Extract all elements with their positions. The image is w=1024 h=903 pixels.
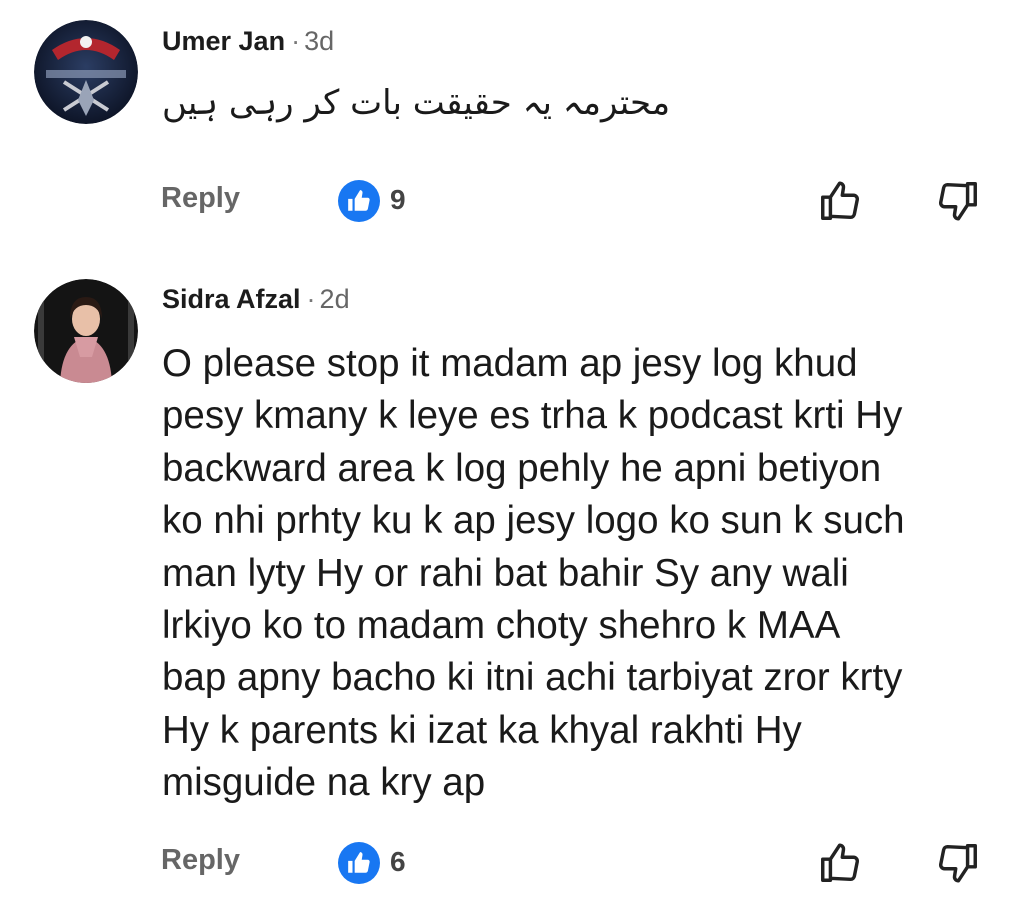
meta-separator: · <box>306 283 316 314</box>
thumbs-down-outline-icon[interactable] <box>935 178 981 224</box>
comment-text-line: man lyty Hy or rahi bat bahir Sy any wal… <box>162 551 849 595</box>
comment-text: محترمہ یہ حقیقت بات کر رہی ہیں <box>162 83 671 123</box>
comment-text-line: ko nhi prhty ku k ap jesy logo ko sun k … <box>162 499 905 543</box>
reply-button[interactable]: Reply <box>161 182 240 215</box>
author-name[interactable]: Sidra Afzal <box>162 284 301 315</box>
avatar[interactable] <box>34 20 138 124</box>
comment-text-line: backward area k log pehly he apni betiyo… <box>162 446 882 490</box>
comment-text-line: misguide na kry ap <box>162 761 486 805</box>
thumbs-up-outline-icon[interactable] <box>817 840 863 886</box>
thumbs-up-outline-icon[interactable] <box>817 178 863 224</box>
avatar[interactable] <box>34 279 138 383</box>
woman-photo-avatar-image <box>34 279 138 383</box>
comment-time: 3d <box>304 25 335 56</box>
comment-actions: Reply 9 <box>0 170 1024 230</box>
comment-meta: Sidra Afzal · 2d <box>162 282 350 316</box>
thumbs-down-outline-icon[interactable] <box>935 840 981 886</box>
meta-separator: · <box>291 25 301 56</box>
reply-button[interactable]: Reply <box>161 844 240 877</box>
comment-text-line: bap apny bacho ki itni achi tarbiyat zro… <box>162 656 903 700</box>
author-name[interactable]: Umer Jan <box>162 26 285 57</box>
comment: Sidra Afzal · 2d O please stop it madam … <box>0 262 1024 903</box>
comment-text-line: lrkiyo ko to madam choty shehro k MAA <box>162 604 841 648</box>
comment-text-line: Hy k parents ki izat ka khyal rakhti Hy <box>162 708 802 752</box>
comment-text-line: pesy kmany k leye es trha k podcast krti… <box>162 394 903 438</box>
comment-actions: Reply 6 <box>0 832 1024 892</box>
thumbs-up-badge-icon <box>338 842 380 884</box>
thumbs-up-badge-icon <box>338 180 380 222</box>
like-count: 9 <box>390 184 406 215</box>
comment: Umer Jan · 3d محترمہ یہ حقیقت بات کر رہی… <box>0 0 1024 250</box>
like-count: 6 <box>390 846 406 877</box>
comment-meta: Umer Jan · 3d <box>162 24 334 58</box>
emblem-avatar-image <box>34 20 138 124</box>
comment-time: 2d <box>319 283 350 314</box>
comment-text: O please stop it madam ap jesy log khud … <box>162 338 992 810</box>
comment-text-line: O please stop it madam ap jesy log khud <box>162 342 858 385</box>
